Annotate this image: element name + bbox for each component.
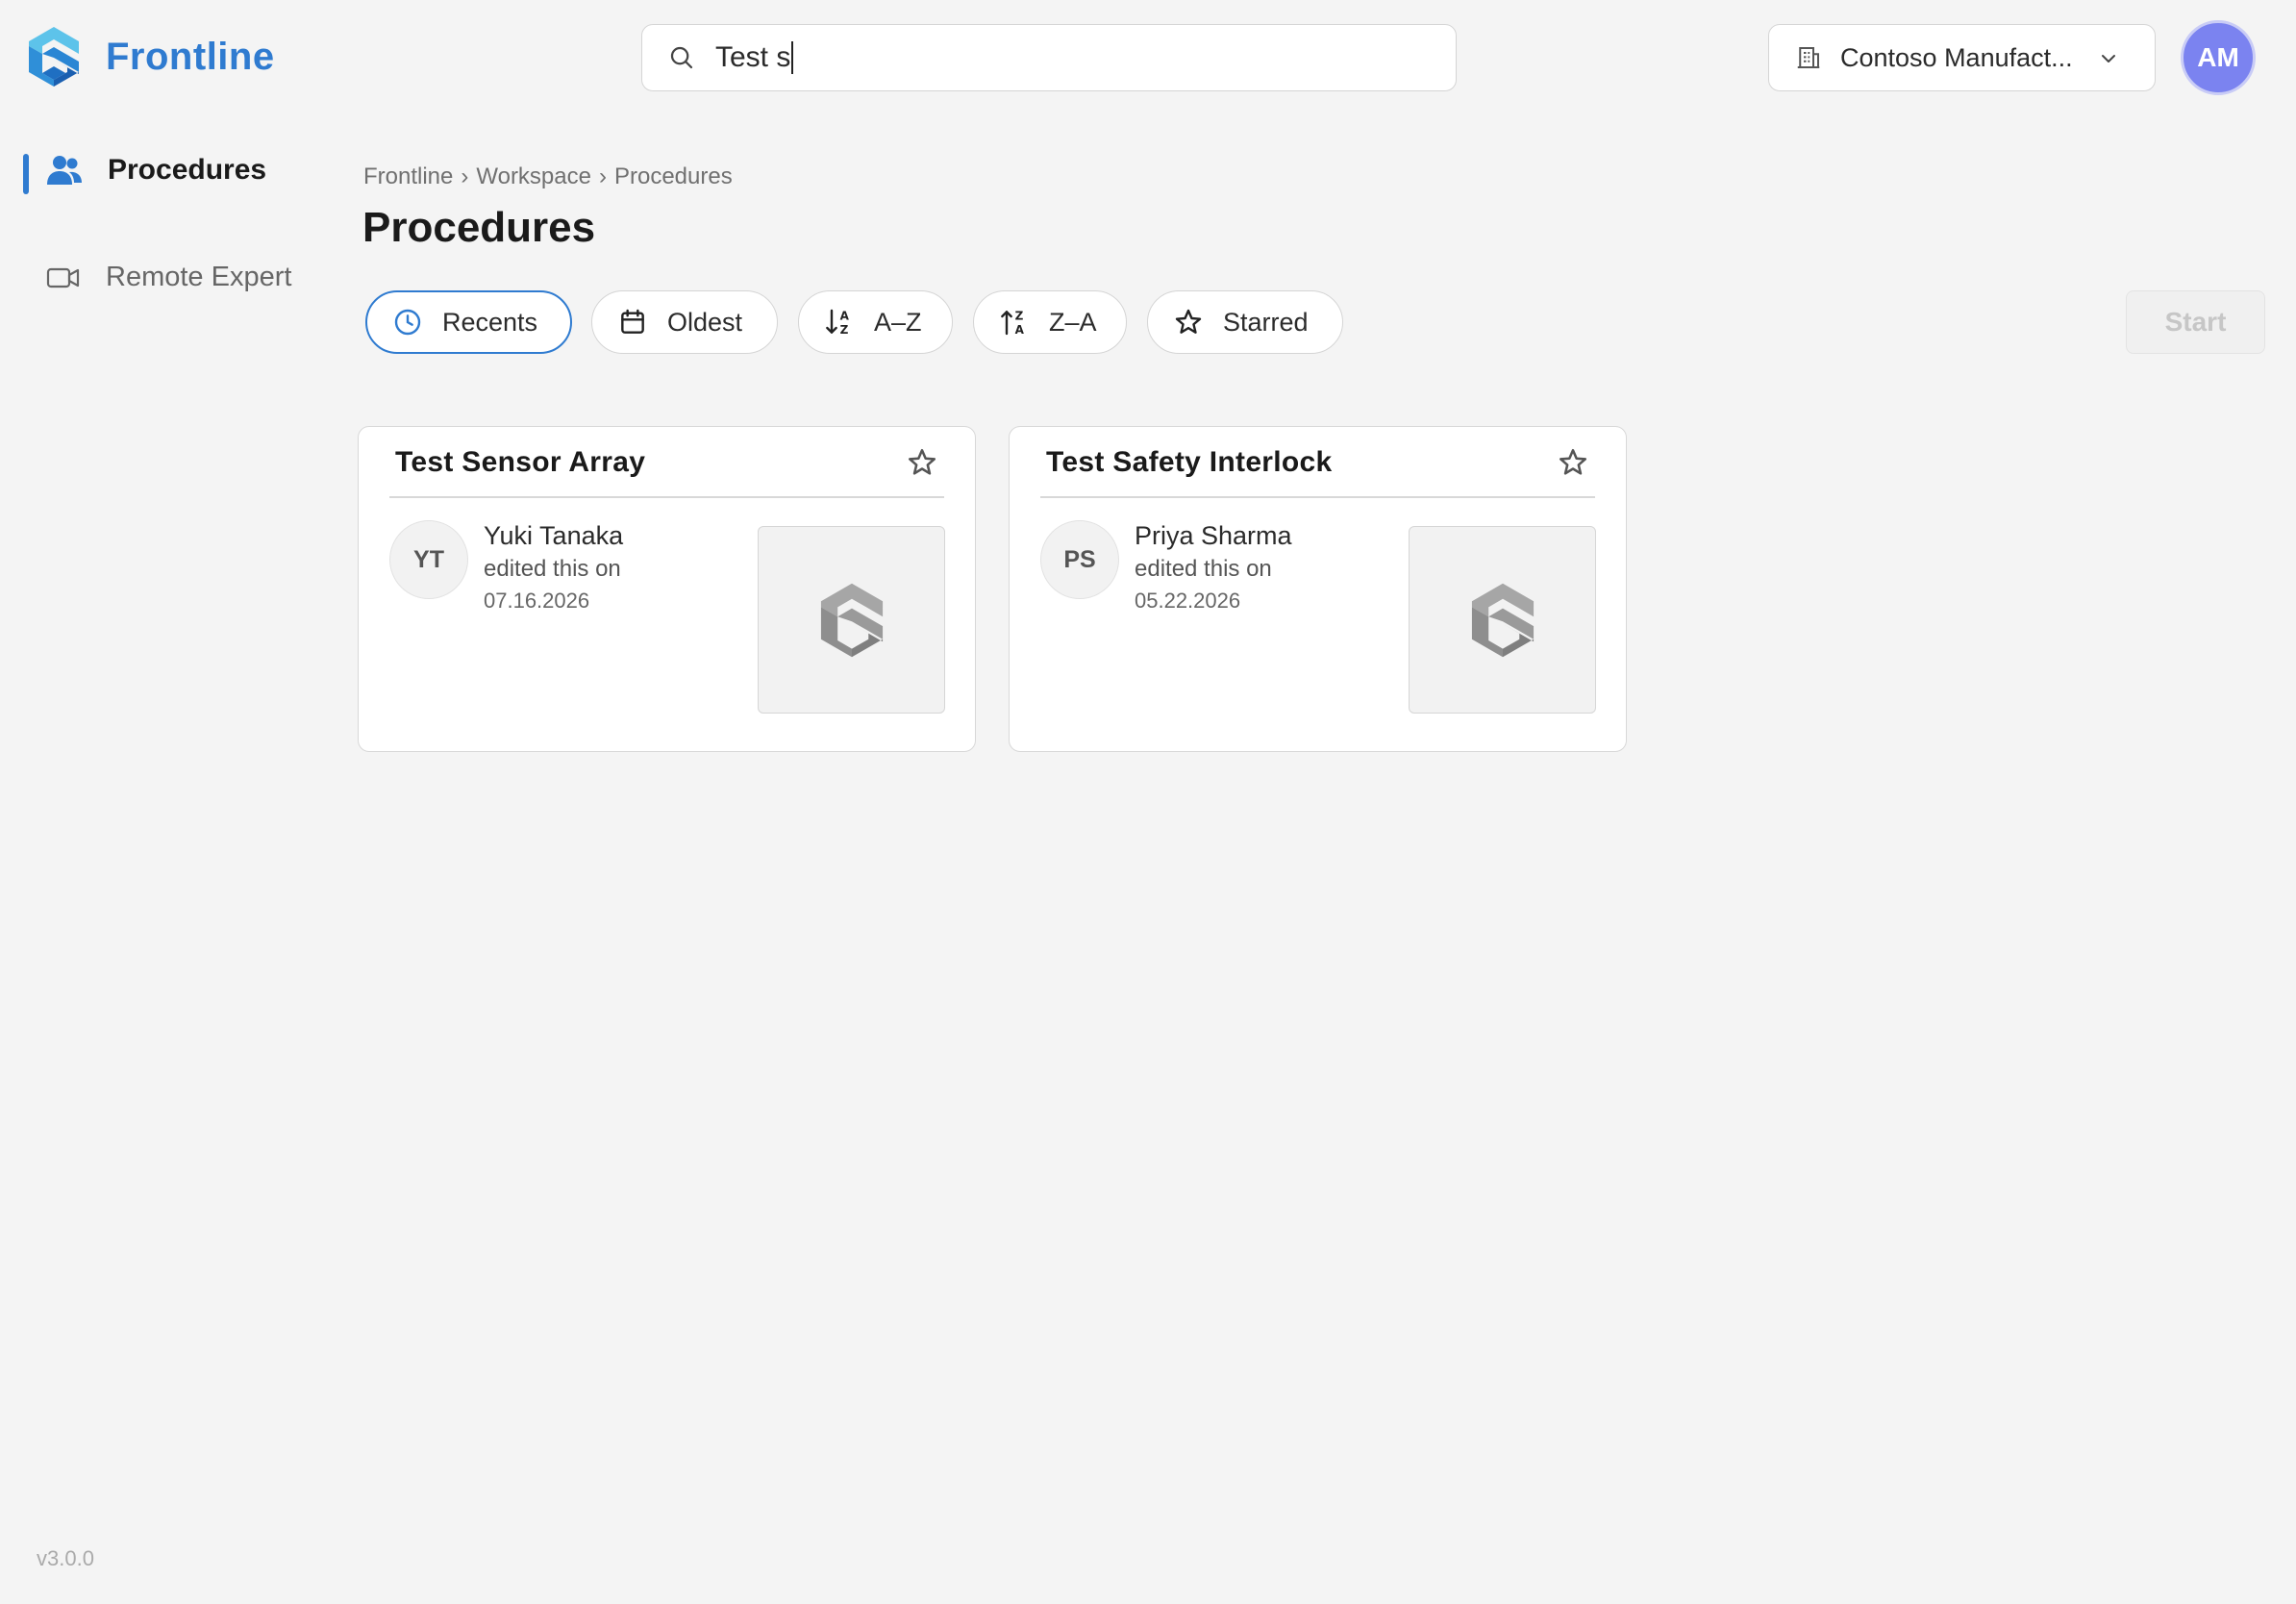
svg-text:A: A — [1015, 323, 1025, 337]
filter-za-button[interactable]: Z A Z–A — [973, 290, 1127, 354]
procedure-card[interactable]: Test Safety Interlock PS Priya Sharma ed… — [1009, 426, 1627, 752]
filter-recents-button[interactable]: Recents — [365, 290, 572, 354]
edited-date: 05.22.2026 — [1135, 589, 1241, 613]
building-icon — [1797, 47, 1820, 68]
filter-label: Z–A — [1049, 307, 1097, 337]
org-selector[interactable]: Contoso Manufact... — [1768, 24, 2156, 91]
search-icon — [670, 46, 693, 69]
procedure-card[interactable]: Test Sensor Array YT Yuki Tanaka edited … — [358, 426, 976, 752]
author-avatar: YT — [389, 520, 468, 599]
org-name: Contoso Manufact... — [1840, 42, 2073, 72]
frontline-logo-icon — [820, 583, 883, 657]
people-icon — [47, 156, 82, 185]
sidebar-item-label: Remote Expert — [106, 262, 292, 292]
page-title: Procedures — [362, 204, 596, 251]
user-avatar[interactable]: AM — [2181, 20, 2256, 95]
filter-starred-button[interactable]: Starred — [1147, 290, 1343, 354]
svg-text:Z: Z — [840, 323, 849, 337]
edited-label: edited this on — [1135, 556, 1272, 582]
breadcrumb-separator: › — [461, 163, 469, 189]
text-caret — [791, 41, 794, 74]
start-button[interactable]: Start — [2126, 290, 2265, 354]
video-camera-icon — [46, 267, 80, 288]
breadcrumb-item[interactable]: Workspace — [476, 163, 591, 189]
breadcrumb: Frontline › Workspace › Procedures — [363, 163, 733, 190]
app-version: v3.0.0 — [37, 1546, 94, 1570]
search-value[interactable]: Test s — [715, 41, 794, 74]
frontline-logo-icon — [29, 27, 79, 87]
app-logo[interactable]: Frontline — [25, 25, 275, 88]
breadcrumb-separator: › — [598, 163, 607, 189]
author-name: Priya Sharma — [1135, 521, 1292, 550]
sidebar-item-remote-expert[interactable]: Remote Expert — [23, 262, 291, 293]
edited-date: 07.16.2026 — [484, 589, 590, 613]
filter-oldest-button[interactable]: Oldest — [591, 290, 778, 354]
svg-text:Z: Z — [1015, 309, 1024, 322]
filter-label: A–Z — [874, 307, 922, 337]
sidebar-item-procedures[interactable]: Procedures — [23, 154, 266, 187]
filter-label: Starred — [1223, 307, 1309, 337]
card-thumbnail — [758, 526, 945, 714]
star-icon — [1175, 309, 1202, 334]
author-name: Yuki Tanaka — [484, 521, 624, 550]
filter-label: Recents — [442, 307, 538, 337]
star-icon[interactable] — [1557, 446, 1589, 479]
app-name: Frontline — [106, 35, 275, 78]
chevron-down-icon — [2102, 55, 2115, 63]
breadcrumb-item[interactable]: Frontline — [363, 163, 453, 189]
author-avatar: PS — [1040, 520, 1119, 599]
card-title: Test Sensor Array — [395, 446, 646, 478]
star-icon[interactable] — [906, 446, 938, 479]
search-input[interactable]: Test s — [641, 24, 1457, 91]
card-title: Test Safety Interlock — [1046, 446, 1333, 478]
frontline-logo-icon — [1471, 583, 1534, 657]
calendar-icon — [621, 309, 644, 334]
sort-ascending-icon: A Z — [826, 309, 850, 337]
breadcrumb-item: Procedures — [613, 163, 733, 189]
card-divider — [1040, 496, 1595, 498]
sort-descending-icon: Z A — [1001, 309, 1025, 337]
card-divider — [389, 496, 944, 498]
edited-label: edited this on — [484, 556, 621, 582]
card-thumbnail — [1409, 526, 1596, 714]
sidebar-item-label: Procedures — [108, 154, 267, 186]
filter-az-button[interactable]: A Z A–Z — [798, 290, 953, 354]
filter-label: Oldest — [667, 307, 743, 337]
clock-icon — [394, 309, 421, 336]
svg-text:A: A — [840, 309, 850, 322]
